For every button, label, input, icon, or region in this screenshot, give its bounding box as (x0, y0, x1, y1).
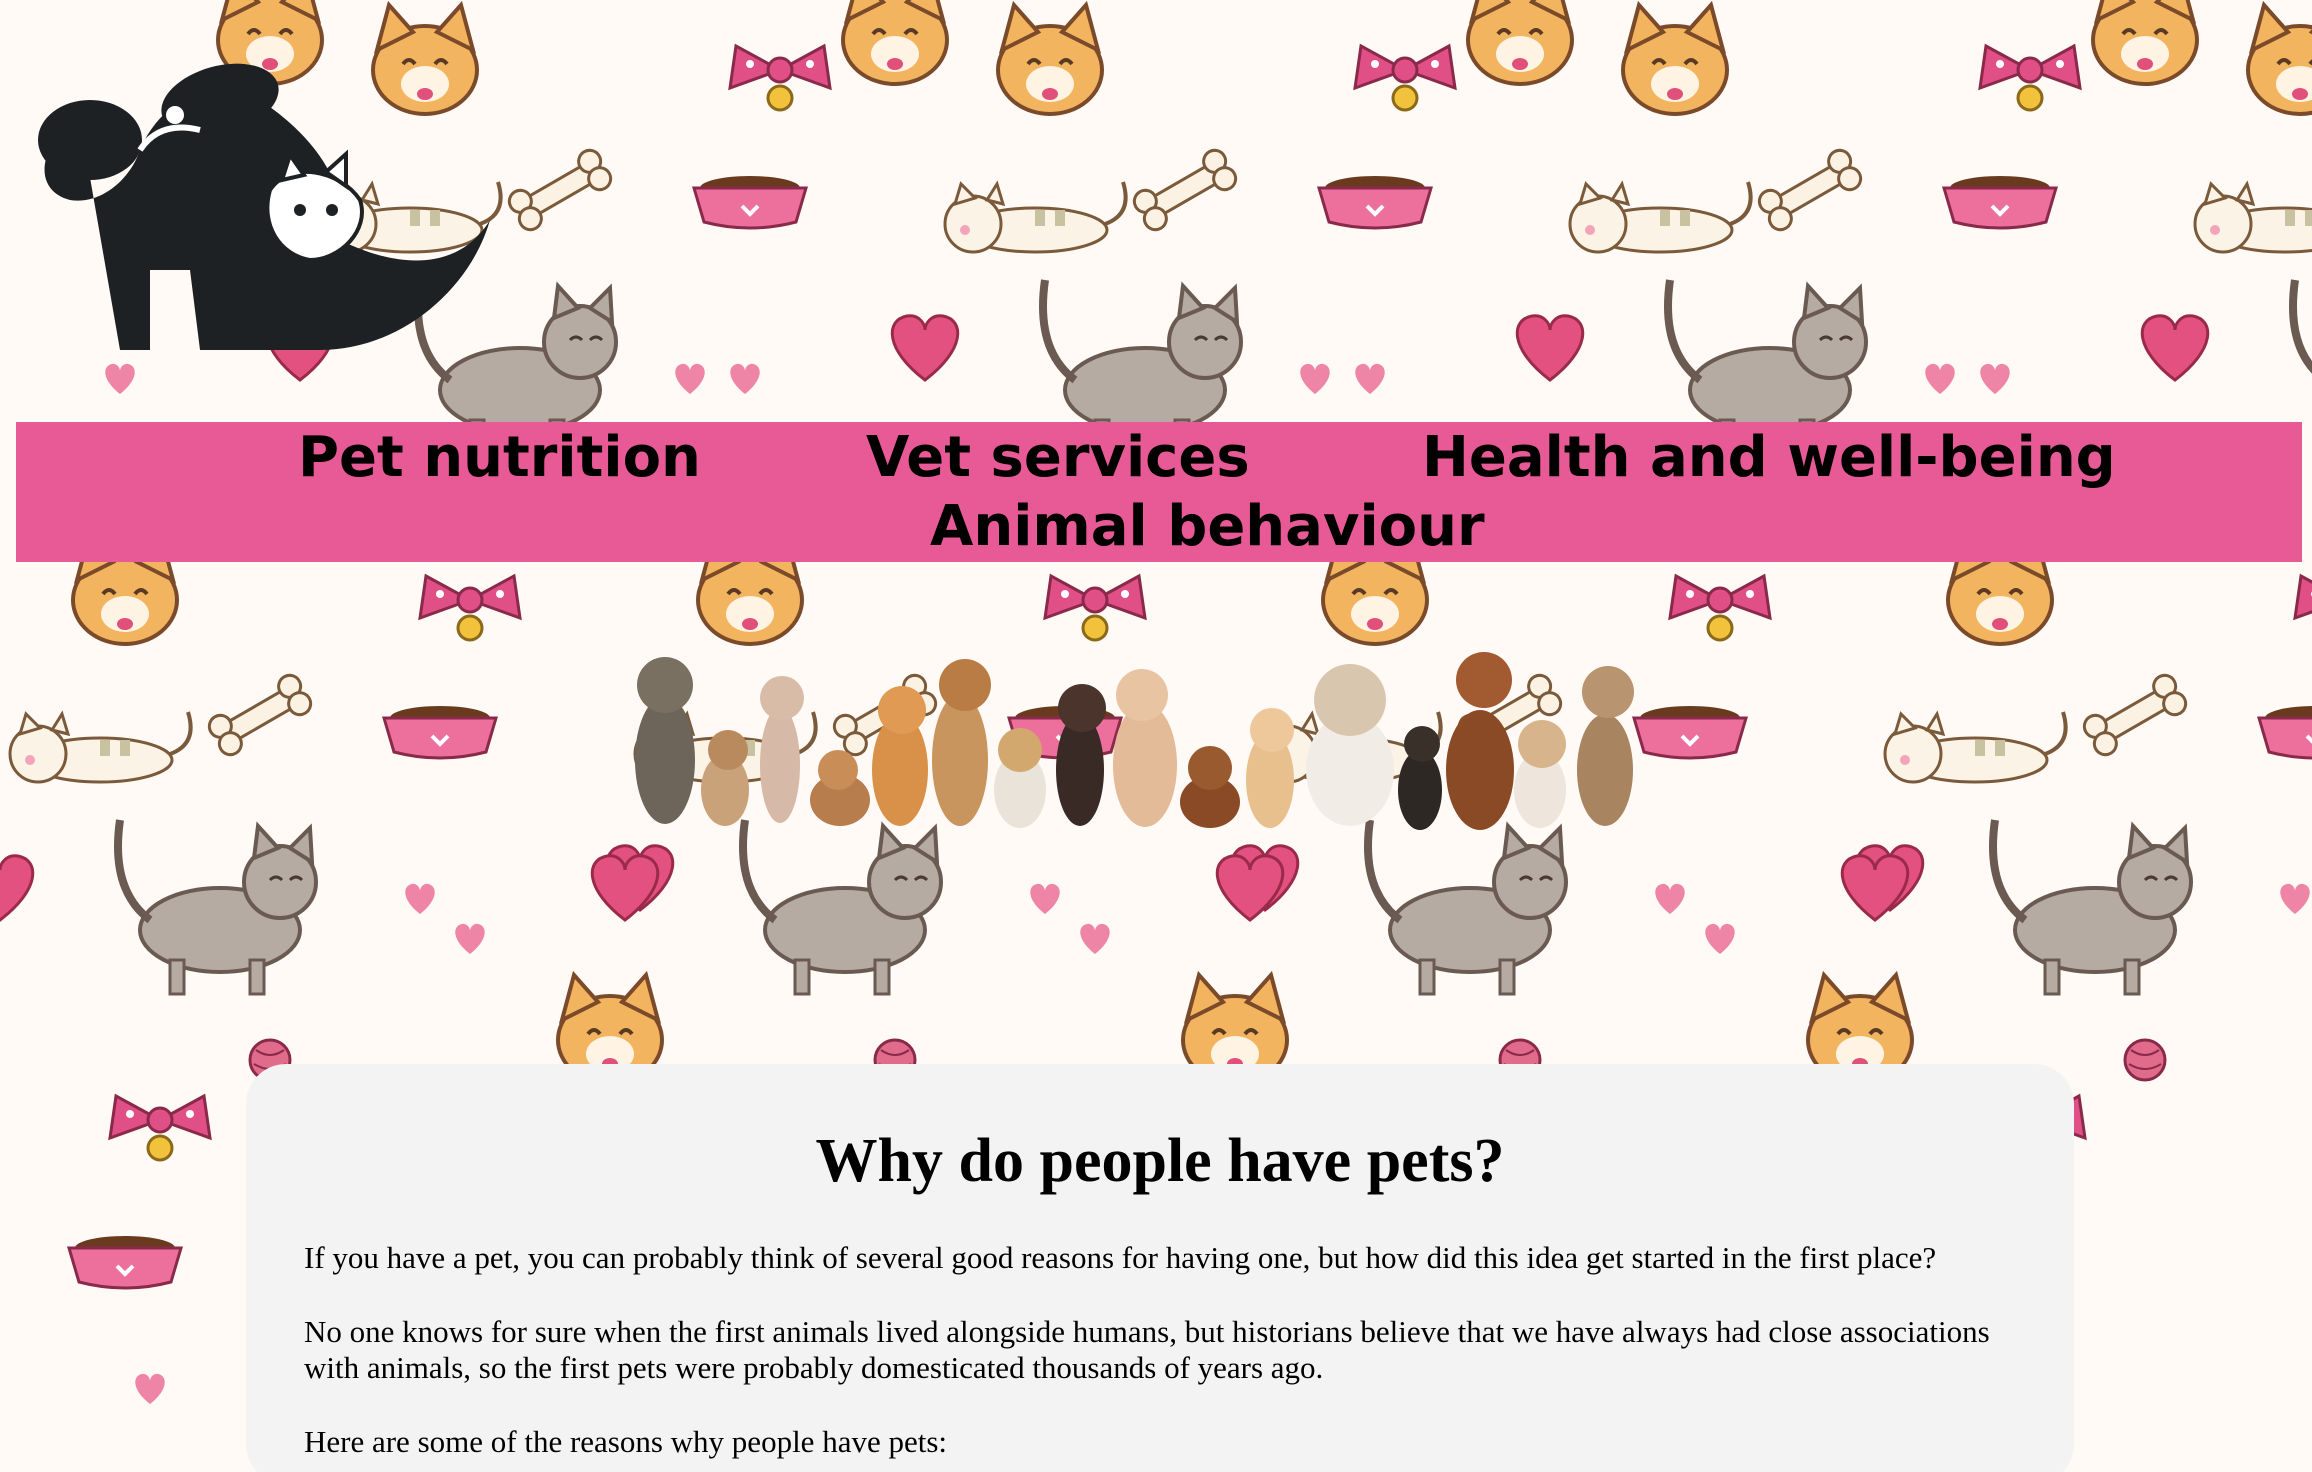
nav-link-health-and-well-being[interactable]: Health and well-being (1422, 430, 2116, 486)
article-paragraph-2: No one knows for sure when the first ani… (304, 1314, 1990, 1385)
nav-link-animal-behaviour[interactable]: Animal behaviour (930, 499, 1485, 555)
nav-link-vet-services[interactable]: Vet services (866, 430, 1250, 486)
main-navigation: Pet nutrition Vet services Health and we… (16, 422, 2302, 562)
article-paragraph-3: Here are some of the reasons why people … (304, 1424, 948, 1459)
dog-and-cat-logo[interactable] (20, 30, 490, 360)
article-paragraph-1: If you have a pet, you can probably thin… (304, 1240, 1937, 1275)
article-card: Why do people have pets? If you have a p… (246, 1064, 2074, 1472)
pets-group-banner-image (635, 652, 1634, 830)
nav-link-pet-nutrition[interactable]: Pet nutrition (298, 430, 701, 486)
article-title: Why do people have pets? (815, 1127, 1505, 1195)
